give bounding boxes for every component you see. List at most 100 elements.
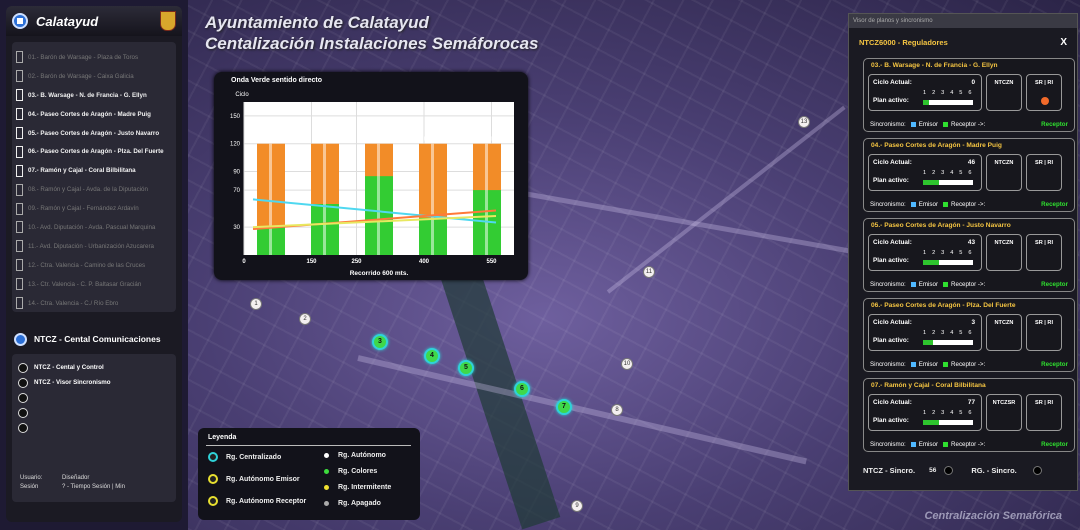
plan-label: Plan activo: — [873, 257, 909, 264]
window-titlebar[interactable]: Visor de planos y sincronismo — [849, 14, 1077, 28]
regulator-card: 05.- Paseo Cortes de Aragón - Justo Nava… — [863, 218, 1075, 292]
receptor-square-icon — [943, 282, 949, 287]
receptor-state: Receptor — [1041, 281, 1068, 288]
sidebar-item[interactable]: 06.- Paseo Cortes de Aragón - Plza. Del … — [16, 142, 172, 161]
close-button[interactable]: X — [1060, 37, 1067, 48]
mode-button[interactable]: NTCZN — [986, 234, 1022, 271]
sidebar-item[interactable]: 05.- Paseo Cortes de Aragón - Justo Nava… — [16, 124, 172, 143]
sidebar-item[interactable]: 14.- Ctra. Valencia - C./ Río Ebro — [16, 294, 172, 313]
sidebar-item[interactable]: 03.- B. Warsage - N. de Francia - G. Ell… — [16, 86, 172, 105]
sidebar-item[interactable]: 02.- Barón de Warsage - Caixa Galicia — [16, 67, 172, 86]
radio-button[interactable] — [18, 392, 28, 403]
emisor-square-icon — [910, 282, 916, 287]
home-icon[interactable] — [12, 13, 28, 29]
y-tick-label: 70 — [233, 188, 240, 194]
centralized-regulator-marker[interactable]: 5 — [458, 360, 474, 376]
radio-button[interactable] — [18, 407, 28, 418]
y-tick-label: 120 — [230, 142, 241, 148]
sidebar-item[interactable]: 12.- Ctra. Valencia - Camino de las Cruc… — [16, 256, 172, 275]
comm-option[interactable] — [18, 420, 170, 435]
cycle-value: 0 — [971, 79, 975, 86]
poi-marker[interactable]: 13 — [798, 116, 810, 128]
legend-item: Rg. Intermitente — [322, 484, 391, 491]
radio-button[interactable] — [18, 362, 28, 373]
sr-ri-button[interactable]: SR | RI — [1026, 154, 1062, 191]
legend-item: Rg. Colores — [322, 468, 377, 475]
y-tick-label: 90 — [233, 170, 240, 176]
plan-numbers: 1 2 3 4 5 6 — [923, 330, 974, 336]
plan-progress — [923, 340, 973, 345]
comm-option[interactable]: NTCZ - Visor Sincronismo — [18, 375, 170, 390]
mode-button[interactable]: NTCZN — [986, 314, 1022, 351]
traffic-light-icon — [16, 51, 23, 64]
regulator-card: 07.- Ramón y Cajal - Coral Bilbilitana Ci… — [863, 378, 1075, 452]
mode-button[interactable]: NTCZSR — [986, 394, 1022, 431]
centralized-regulator-marker[interactable]: 4 — [424, 348, 440, 364]
sr-ri-button[interactable]: SR | RI — [1026, 314, 1062, 351]
radio-button[interactable] — [18, 377, 28, 388]
regulator-title: 07.- Ramón y Cajal - Coral Bilbilitana — [871, 382, 986, 389]
mode-button[interactable]: NTCZN — [986, 154, 1022, 191]
sync-row: Sincronismo: Emisor Receptor ->: Receptor — [870, 121, 1068, 128]
ring-icon — [208, 496, 218, 506]
x-tick-label: 550 — [486, 259, 497, 265]
sidebar-item[interactable]: 08.- Ramón y Cajal - Avda. de la Diputac… — [16, 180, 172, 199]
receptor-square-icon — [943, 122, 949, 127]
sidebar-item[interactable]: 10.- Avd. Diputación - Avda. Pascual Mar… — [16, 218, 172, 237]
sidebar-item[interactable]: 07.- Ramón y Cajal - Coral Bilbilitana — [16, 161, 172, 180]
sidebar-item[interactable]: 11.- Avd. Diputación - Urbanización Azuc… — [16, 237, 172, 256]
centralized-regulator-marker[interactable]: 6 — [514, 381, 530, 397]
cycle-label: Ciclo Actual: — [873, 79, 912, 86]
centralized-regulator-marker[interactable]: 3 — [372, 334, 388, 350]
sidebar-item[interactable]: 09.- Ramón y Cajal - Fernández Ardavín — [16, 199, 172, 218]
comm-option[interactable]: NTCZ - Cental y Control — [18, 360, 170, 375]
mode-button[interactable]: NTCZN — [986, 74, 1022, 111]
bar-divider — [377, 143, 380, 255]
poi-marker[interactable]: 9 — [571, 500, 583, 512]
sidebar-item[interactable]: 13.- Ctr. Valencia - C. P. Baltasar Grac… — [16, 275, 172, 294]
panel-title: NTCZ6000 - Reguladores — [859, 37, 948, 47]
sidebar-item-label: 02.- Barón de Warsage - Caixa Galicia — [28, 72, 134, 80]
centralized-regulator-marker[interactable]: 7 — [556, 399, 572, 415]
emisor-label: Emisor — [918, 201, 939, 208]
y-tick-label: 150 — [230, 114, 241, 120]
receptor-label: Receptor ->: — [951, 281, 986, 288]
sr-ri-button[interactable]: SR | RI — [1026, 394, 1062, 431]
x-tick-label: 250 — [351, 259, 362, 265]
traffic-light-icon — [16, 164, 23, 177]
comm-option[interactable] — [18, 405, 170, 420]
sidebar-item[interactable]: 04.- Paseo Cortes de Aragón - Madre Puig — [16, 105, 172, 124]
poi-marker[interactable]: 11 — [643, 266, 655, 278]
sidebar-item-label: 03.- B. Warsage - N. de Francia - G. Ell… — [28, 91, 147, 99]
delay-label: Del. 100 — [478, 137, 497, 143]
legend-item: Rg. Autónomo — [322, 452, 386, 459]
traffic-light-icon — [16, 70, 23, 83]
sr-ri-button[interactable]: SR | RI — [1026, 74, 1062, 111]
legend-label: Rg. Autónomo Receptor — [226, 497, 307, 505]
poi-marker[interactable]: 1 — [250, 298, 262, 310]
receptor-state: Receptor — [1041, 121, 1068, 128]
cycle-value: 77 — [967, 399, 975, 406]
plan-label: Plan activo: — [873, 97, 909, 104]
poi-marker[interactable]: 8 — [611, 404, 623, 416]
legend: Leyenda Rg. Centralizado Rg. Autónomo Emi… — [198, 428, 420, 520]
traffic-light-icon — [16, 127, 23, 139]
x-tick-label: 400 — [419, 259, 430, 265]
sync-label: Sincronismo: — [870, 441, 906, 448]
sync-label: Sincronismo: — [870, 361, 906, 368]
radio-button[interactable] — [18, 422, 28, 433]
sidebar-item[interactable]: 01.- Barón de Warsage - Plaza de Toros — [16, 48, 172, 67]
legend-label: Rg. Intermitente — [338, 484, 392, 491]
poi-marker[interactable]: 10 — [621, 358, 633, 370]
bar-divider — [323, 143, 326, 255]
comm-option[interactable] — [18, 390, 170, 405]
session-info: Usuario: Diseñador Sesión ? - Tiempo Sesió… — [20, 474, 125, 492]
poi-marker[interactable]: 2 — [299, 313, 311, 325]
side-road — [606, 105, 846, 294]
emisor-label: Emisor — [918, 361, 939, 368]
rg-sync-label: RG. - Sincro. — [971, 465, 1017, 475]
sidebar-item-label: 07.- Ramón y Cajal - Coral Bilbilitana — [28, 167, 136, 175]
sync-label: Sincronismo: — [870, 121, 906, 128]
sr-ri-button[interactable]: SR | RI — [1026, 234, 1062, 271]
regulator-status: Ciclo Actual: 46 Plan activo: 1 2 3 4 5 6 — [868, 154, 982, 191]
